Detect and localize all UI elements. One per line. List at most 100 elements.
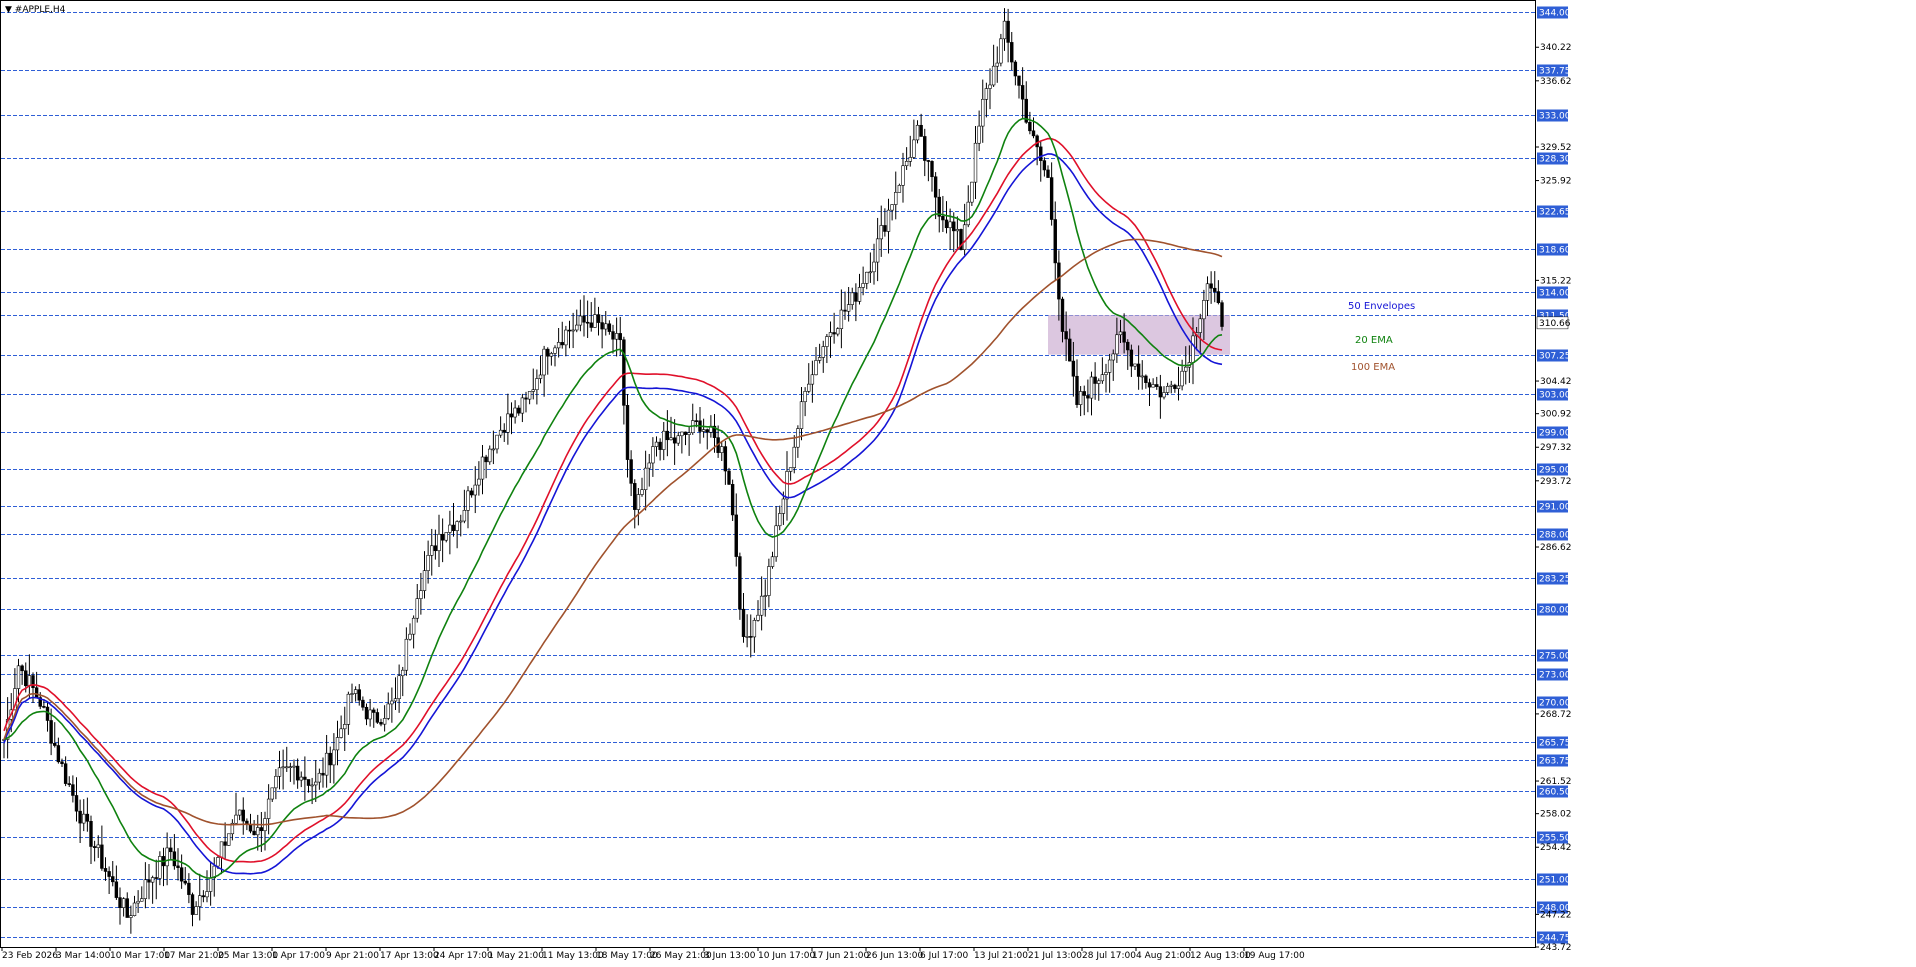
candle-body (509, 413, 514, 418)
candle-body (1068, 338, 1072, 362)
candle-body (865, 271, 869, 284)
candle-body (618, 333, 622, 341)
y-tick-label: 254.42 (1540, 843, 1572, 853)
candle-body (132, 902, 137, 916)
candle-body (252, 830, 256, 836)
candle-body (817, 357, 822, 361)
candle-body (306, 779, 311, 786)
sr-level-label: 303.00 (1539, 391, 1571, 401)
candle-body (285, 766, 289, 769)
candle-body (198, 895, 202, 907)
candle-body (575, 324, 579, 331)
candle-body (241, 809, 245, 822)
candle-body (1060, 298, 1065, 332)
candle-body (303, 776, 307, 780)
candle-body (578, 315, 583, 326)
candle-body (955, 229, 960, 232)
candle-body (469, 490, 474, 496)
candle-body (179, 867, 184, 882)
candle-body (901, 165, 905, 186)
candle-body (31, 675, 35, 689)
sr-level-label: 263.75 (1539, 757, 1571, 767)
x-tick-label: 19 Aug 17:00 (1244, 951, 1305, 961)
candle-body (687, 432, 691, 435)
candle-body (462, 510, 467, 522)
candle-body (803, 391, 807, 403)
sr-level-label: 283.25 (1539, 575, 1571, 585)
y-tick-label: 247.22 (1540, 910, 1572, 920)
candle-body (734, 514, 738, 557)
candle-body (422, 570, 427, 591)
candle-body (390, 700, 394, 705)
candle-body (868, 271, 873, 274)
candle-body (836, 328, 840, 335)
candle-body (923, 136, 927, 161)
candle-body (237, 809, 242, 816)
candle-body (973, 142, 978, 183)
candle-body (738, 556, 742, 610)
sr-level-label: 275.00 (1539, 652, 1571, 662)
candle-body (415, 598, 419, 619)
candle-body (1198, 318, 1202, 333)
candle-body (375, 712, 380, 723)
candle-body (343, 724, 347, 730)
candle-body (991, 65, 996, 86)
candle-body (1049, 177, 1054, 220)
candle-body (353, 689, 358, 694)
sr-level-label: 265.75 (1539, 739, 1571, 749)
candle-body (473, 484, 477, 496)
candle-body (640, 489, 644, 495)
candle-body (966, 201, 970, 226)
candle-body (926, 160, 931, 162)
x-tick-label: 26 Jun 13:00 (866, 951, 923, 961)
candle-body (567, 329, 572, 332)
candle-body (386, 703, 390, 719)
candle-body (879, 225, 883, 240)
candle-body (669, 437, 673, 441)
candle-body (480, 456, 485, 480)
candle-body (288, 766, 293, 768)
candle-body (662, 430, 666, 450)
x-tick-label: 1 May 21:00 (488, 951, 544, 961)
label-100-ema: 100 EMA (1351, 362, 1395, 373)
candle-body (321, 772, 325, 776)
candle-body (821, 346, 825, 358)
candle-body (89, 821, 93, 847)
candle-body (665, 430, 670, 441)
y-tick-label: 325.92 (1540, 177, 1572, 187)
candle-body (1064, 331, 1068, 340)
candle-body (1115, 334, 1119, 355)
candle-body (328, 752, 332, 766)
candle-body (393, 698, 398, 702)
candle-body (622, 339, 626, 406)
candle-body (1097, 380, 1101, 384)
candle-body (861, 283, 865, 288)
candle-body (672, 437, 677, 444)
candle-body (121, 898, 126, 908)
plot-area (0, 0, 1536, 948)
candle-body (459, 520, 463, 523)
sr-level-label: 251.00 (1539, 876, 1571, 886)
candle-body (223, 841, 227, 846)
candle-body (636, 494, 641, 510)
candle-body (372, 709, 376, 713)
candle-body (1093, 376, 1097, 384)
candle-body (408, 633, 412, 640)
candle-body (705, 429, 709, 433)
candle-body (208, 877, 213, 892)
candle-body (437, 533, 441, 552)
candle-body (259, 827, 264, 832)
candle-body (248, 824, 253, 832)
candle-body (654, 441, 659, 447)
x-tick-label: 6 Jul 17:00 (920, 951, 969, 961)
candle-body (404, 638, 409, 671)
candle-body (553, 347, 557, 354)
x-tick-label: 24 Apr 17:00 (434, 951, 493, 961)
sr-level-label: 333.00 (1539, 112, 1571, 122)
candle-body (759, 595, 764, 616)
candle-body (799, 401, 804, 429)
candle-body (27, 675, 32, 687)
candle-body (34, 687, 39, 698)
y-tick-label: 297.32 (1540, 443, 1572, 453)
candle-body (614, 333, 619, 340)
